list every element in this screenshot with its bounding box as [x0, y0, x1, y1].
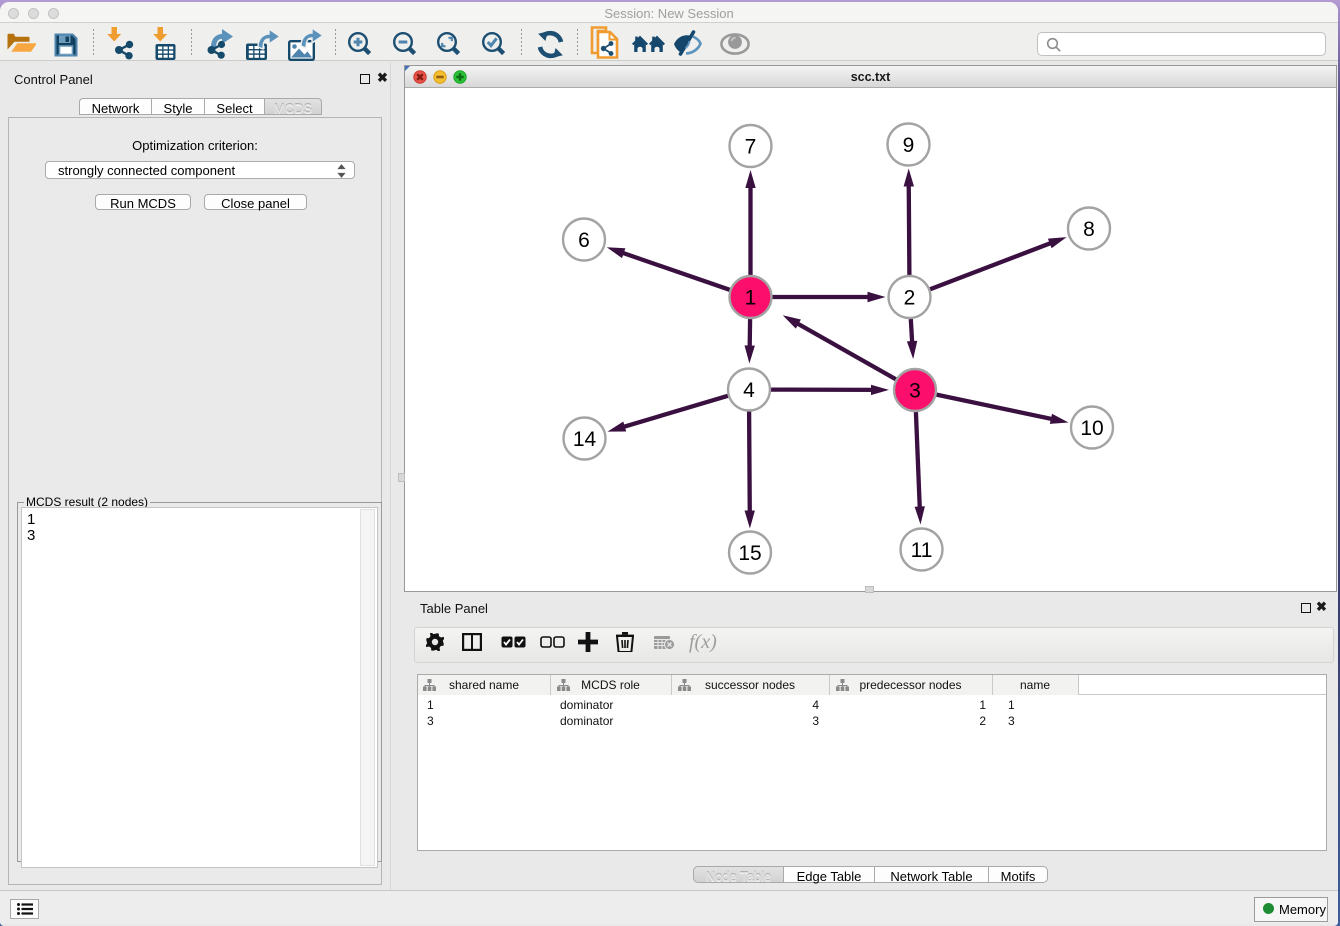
svg-text:4: 4 — [743, 379, 755, 402]
svg-text:1: 1 — [745, 287, 757, 310]
svg-text:15: 15 — [738, 542, 761, 565]
svg-text:2: 2 — [904, 287, 916, 310]
svg-text:11: 11 — [911, 539, 933, 562]
svg-text:9: 9 — [903, 134, 915, 157]
svg-text:10: 10 — [1080, 417, 1103, 440]
svg-text:7: 7 — [745, 136, 757, 159]
svg-text:6: 6 — [578, 229, 590, 252]
svg-text:3: 3 — [909, 380, 921, 403]
svg-text:14: 14 — [573, 428, 597, 451]
svg-text:8: 8 — [1083, 218, 1095, 241]
